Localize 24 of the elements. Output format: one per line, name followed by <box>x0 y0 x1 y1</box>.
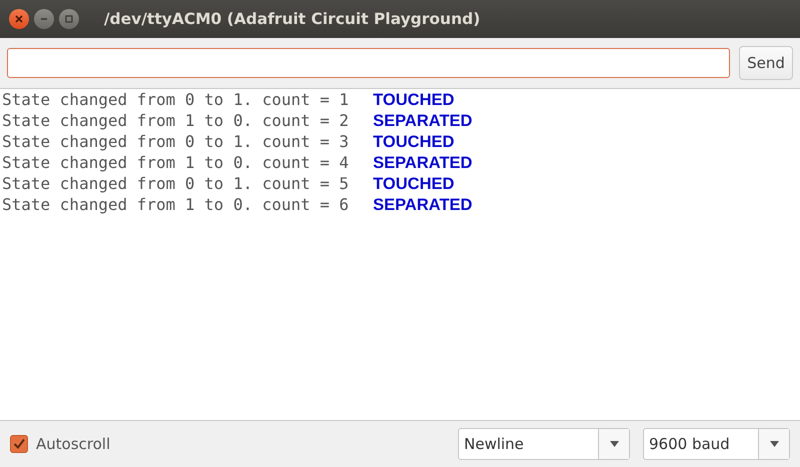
output-line: State changed from 0 to 1. count = 1 <box>2 90 350 109</box>
status-label: TOUCHED <box>373 175 454 194</box>
output-line: State changed from 0 to 1. count = 5 <box>2 174 350 193</box>
autoscroll-checkbox[interactable] <box>10 435 28 453</box>
autoscroll-label: Autoscroll <box>36 435 110 453</box>
send-button[interactable]: Send <box>739 46 793 80</box>
status-label: SEPARATED <box>373 112 472 131</box>
output-line: State changed from 0 to 1. count = 3 <box>2 132 350 151</box>
input-field[interactable] <box>7 48 730 78</box>
status-label: TOUCHED <box>373 133 454 152</box>
output-line: State changed from 1 to 0. count = 4 <box>2 153 350 172</box>
minimize-icon[interactable] <box>34 9 54 29</box>
status-label: TOUCHED <box>373 91 454 110</box>
status-label: SEPARATED <box>373 196 472 215</box>
close-icon[interactable] <box>9 9 29 29</box>
caret-icon <box>610 441 618 447</box>
output-line: State changed from 1 to 0. count = 2 <box>2 111 350 130</box>
baud-rate-dropdown[interactable]: 9600 baud <box>643 428 790 460</box>
caret-icon <box>770 441 778 447</box>
output-line: State changed from 1 to 0. count = 6 <box>2 195 350 214</box>
maximize-icon[interactable] <box>59 9 79 29</box>
line-ending-dropdown[interactable]: Newline <box>458 428 630 460</box>
window-title: /dev/ttyACM0 (Adafruit Circuit Playground) <box>104 10 480 28</box>
status-label: SEPARATED <box>373 154 472 173</box>
